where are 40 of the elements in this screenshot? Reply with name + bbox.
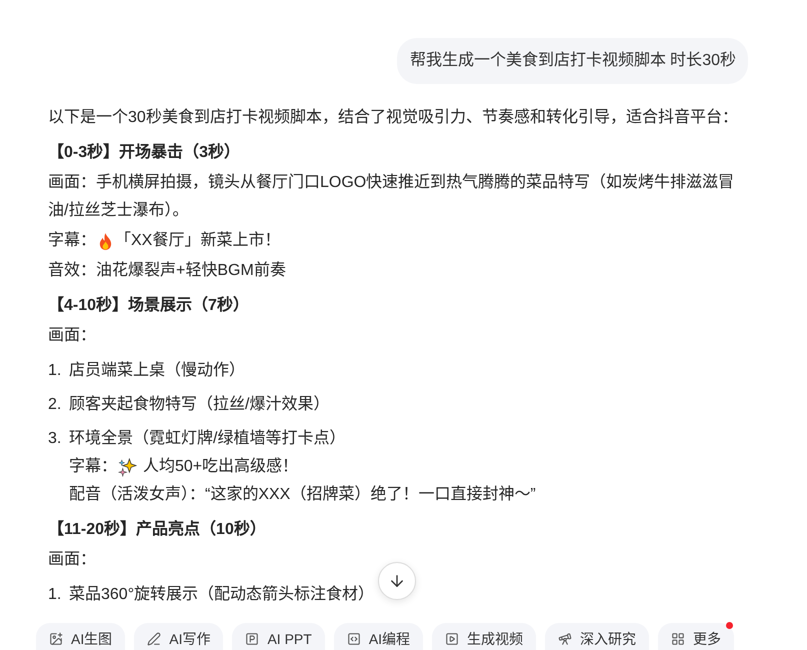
list-number: 1. xyxy=(48,585,62,605)
section-heading: 【4-10秒】场景展示（7秒） xyxy=(48,295,250,316)
flame-icon xyxy=(98,232,113,250)
tool-button[interactable]: 生成视频 xyxy=(432,623,536,650)
arrow-down-icon xyxy=(388,572,406,590)
list-item-text: 菜品360°旋转展示（配动态箭头标注食材） xyxy=(69,584,374,605)
list-item-text: 环境全景（霓虹灯牌/绿植墙等打卡点） xyxy=(69,428,346,449)
answer-paragraph: 以下是一个30秒美食到店打卡视频脚本，结合了视觉吸引力、节奏感和转化引导，适合抖音平台： xyxy=(48,107,739,128)
tool-button[interactable]: 更多 xyxy=(658,623,734,650)
answer-paragraph: 配音（活泼女声）：“这家的XXX（招牌菜）绝了！一口直接封神～” xyxy=(69,484,536,505)
tool-button[interactable]: AI写作 xyxy=(134,623,224,650)
scroll-down-button[interactable] xyxy=(378,562,416,600)
tool-button[interactable]: 深入研究 xyxy=(545,623,650,650)
list-number: 3. xyxy=(48,429,62,449)
answer-paragraph: 画面： xyxy=(48,550,97,570)
user-message: 帮我生成一个美食到店打卡视频脚本 时长30秒 xyxy=(396,38,748,84)
section-heading: 【0-3秒】开场暴击（3秒） xyxy=(48,142,242,163)
caption-text: 人均50+吃出高级感！ xyxy=(143,456,298,477)
caption-label: 字幕： xyxy=(48,230,96,251)
answer-paragraph: 画面：手机横屏拍摄，镜头从餐厅门口LOGO快速推近到热气腾腾的菜品特写（如炭烤牛排滋滋冒油/拉丝芝士瀑布）。 xyxy=(48,172,736,221)
code-icon xyxy=(346,632,361,646)
list-number: 1. xyxy=(48,361,62,381)
play-square-icon xyxy=(445,632,460,646)
tool-button[interactable]: AI生图 xyxy=(36,623,126,650)
pen-icon xyxy=(147,632,162,646)
answer-paragraph: 音效：油花爆裂声+轻快BGM前奏 xyxy=(48,260,287,281)
tool-button[interactable]: AI PPT xyxy=(232,623,325,650)
tool-button[interactable]: AI编程 xyxy=(334,623,424,650)
image-icon xyxy=(49,632,63,646)
list-item-text: 店员端菜上桌（慢动作） xyxy=(69,360,245,381)
answer-paragraph: 画面： xyxy=(48,326,97,346)
sparkles-icon xyxy=(118,458,137,476)
p-square-icon xyxy=(245,632,260,646)
list-item-text: 顾客夹起食物特写（拉丝/爆汁效果） xyxy=(69,394,330,415)
list-number: 2. xyxy=(48,395,62,415)
grid-icon xyxy=(671,632,686,646)
caption-label: 字幕： xyxy=(69,456,117,477)
telescope-icon xyxy=(558,632,572,646)
section-heading: 【11-20秒】产品亮点（10秒） xyxy=(48,519,267,540)
caption-text: 「XX餐厅」新菜上市！ xyxy=(115,230,280,251)
